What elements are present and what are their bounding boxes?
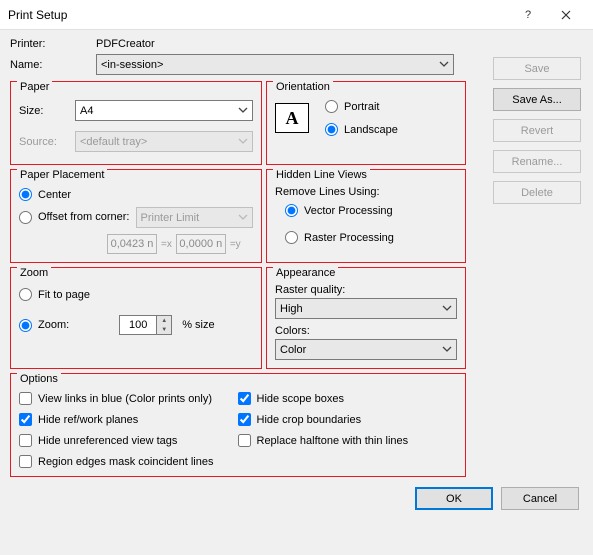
revert-button: Revert <box>493 119 581 142</box>
orientation-legend: Orientation <box>273 81 333 93</box>
chevron-down-icon <box>238 136 248 146</box>
zoom-legend: Zoom <box>17 267 51 279</box>
name-dropdown[interactable]: <in-session> <box>96 54 454 75</box>
portrait-radio[interactable]: Portrait <box>325 100 398 113</box>
options-legend: Options <box>17 373 61 385</box>
ok-button[interactable]: OK <box>415 487 493 510</box>
hide-crop-boundaries-check[interactable]: Hide crop boundaries <box>238 413 409 426</box>
close-button[interactable] <box>547 0 585 30</box>
landscape-radio[interactable]: Landscape <box>325 123 398 136</box>
side-button-panel: Save Save As... Revert Rename... Delete <box>493 57 581 212</box>
chevron-down-icon <box>439 59 449 69</box>
titlebar: Print Setup ? <box>0 0 593 30</box>
delete-button: Delete <box>493 181 581 204</box>
colors-label: Colors: <box>275 325 457 337</box>
hide-scope-boxes-check[interactable]: Hide scope boxes <box>238 392 409 405</box>
zoom-value-input[interactable] <box>119 315 157 335</box>
source-value: <default tray> <box>80 136 248 148</box>
colors-dropdown[interactable]: Color <box>275 339 457 360</box>
placement-group: Paper Placement Center Offset from corne… <box>10 169 262 263</box>
appearance-group: Appearance Raster quality: High Colors: … <box>266 267 466 369</box>
hide-ref-planes-check[interactable]: Hide ref/work planes <box>19 413 214 426</box>
save-as-button[interactable]: Save As... <box>493 88 581 111</box>
raster-quality-label: Raster quality: <box>275 284 457 296</box>
offset-y-eq: =y <box>230 239 241 250</box>
hide-unref-tags-check[interactable]: Hide unreferenced view tags <box>19 434 214 447</box>
rename-button: Rename... <box>493 150 581 173</box>
spin-up-icon[interactable]: ▲ <box>157 316 171 325</box>
orientation-group: Orientation A Portrait Landscape <box>266 81 466 165</box>
chevron-down-icon <box>238 105 248 115</box>
zoom-pct-label: % size <box>182 319 214 331</box>
size-label: Size: <box>19 105 75 117</box>
name-value: <in-session> <box>101 59 449 71</box>
view-links-blue-check[interactable]: View links in blue (Color prints only) <box>19 392 214 405</box>
help-button[interactable]: ? <box>509 0 547 30</box>
chevron-down-icon <box>442 344 452 354</box>
placement-legend: Paper Placement <box>17 169 107 181</box>
chevron-down-icon <box>238 212 248 222</box>
offset-x-eq: =x <box>161 239 172 250</box>
fit-to-page-radio[interactable]: Fit to page <box>19 288 253 301</box>
zoom-group: Zoom Fit to page Zoom: ▲▼ % size <box>10 267 262 369</box>
zoom-spinner[interactable]: ▲▼ <box>119 315 172 335</box>
hidden-lines-group: Hidden Line Views Remove Lines Using: Ve… <box>266 169 466 263</box>
center-radio[interactable]: Center <box>19 188 253 201</box>
offset-limit-dropdown: Printer Limit <box>136 207 254 228</box>
remove-lines-label: Remove Lines Using: <box>275 186 457 198</box>
chevron-down-icon <box>442 303 452 313</box>
vector-radio[interactable]: Vector Processing <box>285 204 457 217</box>
paper-legend: Paper <box>17 81 52 93</box>
paper-group: Paper Size: A4 Source: <default tray> <box>10 81 262 165</box>
name-label: Name: <box>10 59 96 71</box>
orientation-icon: A <box>275 103 309 133</box>
offset-x-input <box>107 234 157 254</box>
printer-label: Printer: <box>10 38 96 50</box>
raster-quality-dropdown[interactable]: High <box>275 298 457 319</box>
source-label: Source: <box>19 136 75 148</box>
source-dropdown: <default tray> <box>75 131 253 152</box>
replace-halftone-check[interactable]: Replace halftone with thin lines <box>238 434 409 447</box>
options-group: Options View links in blue (Color prints… <box>10 373 466 477</box>
size-dropdown[interactable]: A4 <box>75 100 253 121</box>
size-value: A4 <box>80 105 248 117</box>
save-button: Save <box>493 57 581 80</box>
raster-radio[interactable]: Raster Processing <box>285 231 457 244</box>
offset-radio[interactable]: Offset from corner: <box>19 211 130 224</box>
region-edges-mask-check[interactable]: Region edges mask coincident lines <box>19 455 214 468</box>
hidden-legend: Hidden Line Views <box>273 169 370 181</box>
close-icon <box>561 10 571 20</box>
offset-y-input <box>176 234 226 254</box>
appearance-legend: Appearance <box>273 267 338 279</box>
printer-value: PDFCreator <box>96 38 583 50</box>
cancel-button[interactable]: Cancel <box>501 487 579 510</box>
zoom-radio[interactable]: Zoom: <box>19 319 69 332</box>
spin-down-icon[interactable]: ▼ <box>157 325 171 334</box>
dialog-title: Print Setup <box>8 8 509 22</box>
